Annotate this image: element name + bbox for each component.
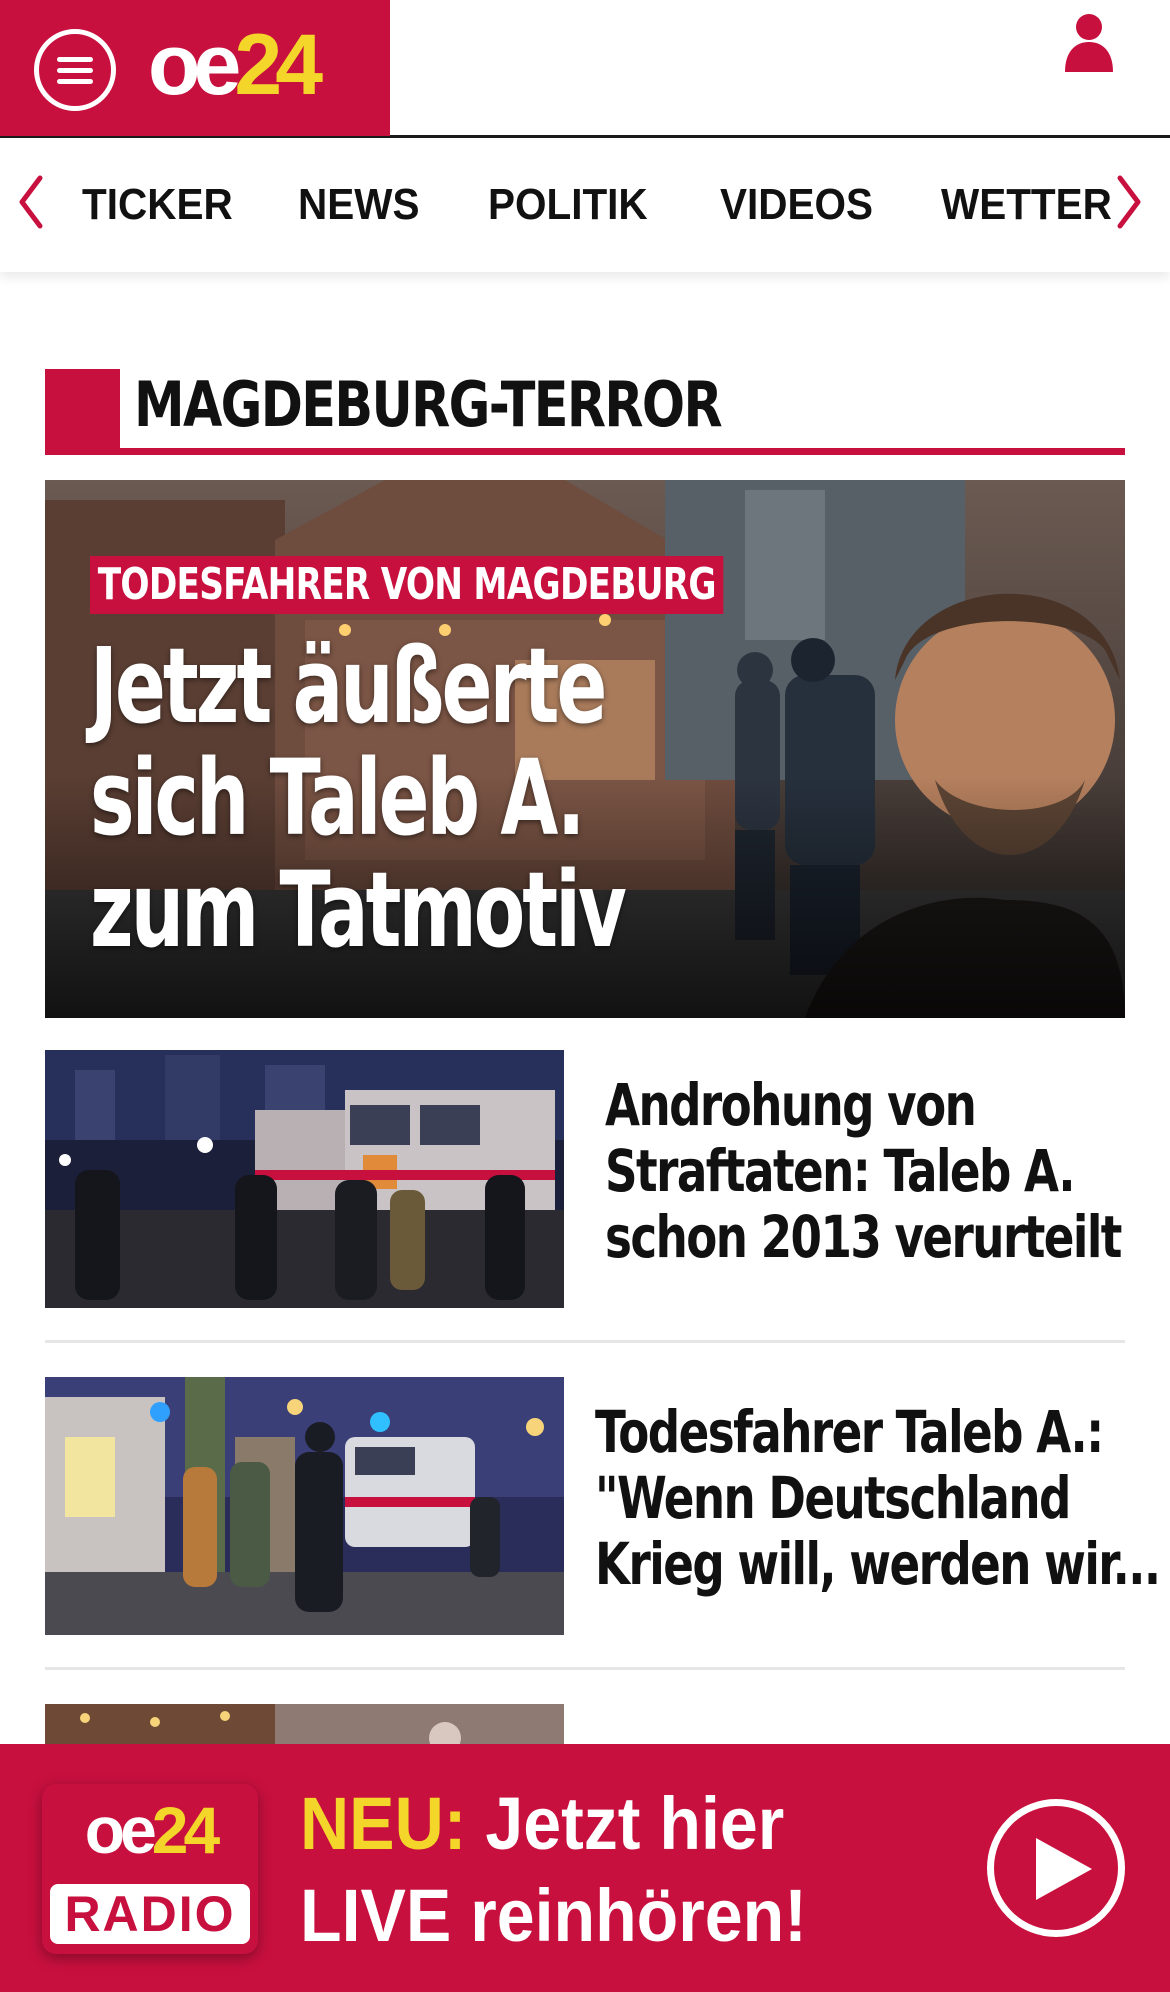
radio-promo-text[interactable]: NEU: Jetzt hier LIVE reinhören! xyxy=(300,1778,807,1962)
brand-block: oe24 xyxy=(0,0,390,136)
article-thumbnail[interactable] xyxy=(45,1704,564,1744)
section-accent-block xyxy=(45,369,120,455)
article-headline-line: schon 2013 verurteilt xyxy=(605,1203,1122,1271)
radio-promo-bar[interactable]: oe24 RADIO NEU: Jetzt hier LIVE reinhöre… xyxy=(0,1744,1170,1992)
nav-item-ticker[interactable]: TICKER xyxy=(82,180,233,230)
hero-headline-line: Jetzt äußerte xyxy=(90,625,607,747)
nav-item-wetter[interactable]: WETTER xyxy=(941,180,1112,230)
hero-kicker: TODESFAHRER VON MAGDEBURG xyxy=(90,556,724,614)
site-header: oe24 xyxy=(0,0,1170,138)
section-title[interactable]: MAGDEBURG-TERROR xyxy=(134,368,723,442)
article-teaser[interactable]: Androhung von Straftaten: Taleb A. schon… xyxy=(45,1050,1125,1308)
article-headline[interactable]: Todesfahrer Taleb A.: "Wenn Deutschland … xyxy=(595,1398,1161,1598)
radio-logo[interactable]: oe24 RADIO xyxy=(42,1784,258,1954)
hero-headline-line: sich Taleb A. xyxy=(90,737,585,859)
article-headline-line: Todesfahrer Taleb A.: xyxy=(595,1398,1104,1466)
hero-teaser[interactable]: TODESFAHRER VON MAGDEBURG Jetzt äußerte … xyxy=(45,480,1125,1018)
nav-item-videos[interactable]: VIDEOS xyxy=(720,180,873,230)
article-headline-line: Krieg will, werden wir... xyxy=(595,1530,1161,1598)
play-icon[interactable] xyxy=(987,1799,1125,1937)
chevron-right-icon[interactable] xyxy=(1112,172,1146,232)
article-headline[interactable]: Androhung von Straftaten: Taleb A. schon… xyxy=(605,1072,1135,1270)
radio-logo-oe: oe xyxy=(84,1793,157,1867)
hero-headline[interactable]: Jetzt äußerte sich Taleb A. zum Tatmotiv xyxy=(90,625,627,971)
radio-new-label: NEU: xyxy=(300,1782,467,1865)
nav-item-news[interactable]: NEWS xyxy=(298,180,419,230)
article-teaser[interactable]: Todesfahrer Taleb A.: "Wenn Deutschland … xyxy=(45,1377,1161,1635)
category-nav: TICKER NEWS POLITIK VIDEOS WETTER xyxy=(0,138,1170,272)
radio-logo-24: 24 xyxy=(151,1793,220,1867)
article-headline-line: Straftaten: Taleb A. xyxy=(605,1137,1076,1205)
article-teaser[interactable] xyxy=(45,1704,1125,1744)
user-icon[interactable] xyxy=(1063,12,1115,72)
radio-promo-line-1-text: Jetzt hier xyxy=(485,1782,785,1865)
chevron-left-icon[interactable] xyxy=(14,172,48,232)
nav-item-politik[interactable]: POLITIK xyxy=(488,180,648,230)
article-divider xyxy=(45,1340,1125,1343)
hamburger-menu-icon[interactable] xyxy=(34,29,116,111)
radio-logo-label: RADIO xyxy=(50,1884,250,1944)
radio-promo-line-2: LIVE reinhören! xyxy=(300,1874,807,1957)
site-logo[interactable]: oe24 xyxy=(148,17,323,113)
article-divider xyxy=(45,1667,1125,1670)
article-headline-line: Androhung von xyxy=(605,1071,977,1139)
article-thumbnail[interactable] xyxy=(45,1377,564,1635)
article-headline-line: "Wenn Deutschland xyxy=(595,1464,1071,1532)
article-thumbnail[interactable] xyxy=(45,1050,564,1308)
radio-promo-line-1: NEU: Jetzt hier xyxy=(300,1778,807,1870)
radio-logo-wordmark: oe24 xyxy=(42,1790,258,1870)
logo-oe: oe xyxy=(148,17,241,113)
section-underline xyxy=(45,448,1125,455)
logo-24: 24 xyxy=(234,17,323,113)
hero-headline-line: zum Tatmotiv xyxy=(90,849,627,971)
